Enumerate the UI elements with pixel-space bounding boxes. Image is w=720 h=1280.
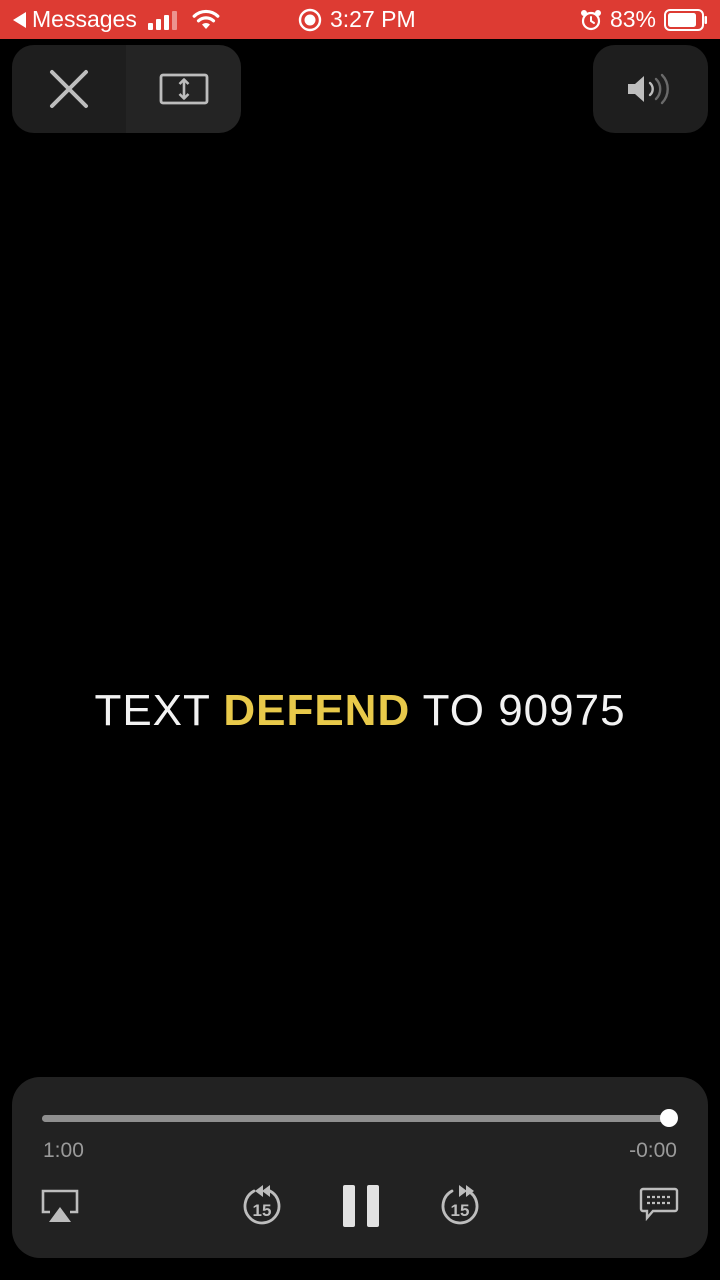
volume-button[interactable] (593, 45, 708, 133)
speaker-icon (627, 73, 669, 105)
alarm-icon (580, 9, 601, 30)
captions-button[interactable] (638, 1186, 680, 1222)
skip-back-seconds: 15 (253, 1201, 272, 1220)
playback-controls: 1:00 -0:00 15 15 (12, 1077, 708, 1258)
status-clock: 3:27 PM (298, 0, 416, 39)
video-caption: TEXT DEFEND TO 90975 (0, 686, 720, 736)
skip-forward-button[interactable]: 15 (438, 1182, 482, 1230)
screen-recording-icon (298, 8, 322, 31)
battery-percentage: 83% (609, 6, 656, 32)
status-bar: Messages 3:27 PM 83% (0, 0, 720, 39)
close-button[interactable] (12, 45, 126, 133)
skip-forward-15-icon: 15 (441, 1185, 479, 1225)
caption-keyword: DEFEND (223, 686, 411, 735)
progress-fill (42, 1115, 669, 1122)
skip-back-15-icon: 15 (243, 1185, 281, 1225)
top-left-controls (12, 45, 241, 133)
close-icon (50, 70, 88, 108)
skip-forward-seconds: 15 (451, 1201, 470, 1220)
caption-text-before: TEXT (94, 686, 224, 735)
back-to-app[interactable]: Messages (12, 0, 221, 39)
back-arrow-icon (13, 11, 26, 28)
skip-back-button[interactable]: 15 (240, 1182, 284, 1230)
elapsed-time: 1:00 (43, 1139, 84, 1162)
back-app-label: Messages (32, 6, 137, 32)
cellular-signal-icon (147, 10, 177, 30)
resize-button[interactable] (126, 45, 241, 133)
progress-scrubber[interactable] (42, 1109, 678, 1127)
progress-knob[interactable] (660, 1109, 678, 1127)
battery-icon (664, 8, 707, 31)
clock-time: 3:27 PM (330, 6, 416, 32)
airplay-button[interactable] (39, 1185, 81, 1227)
resize-icon (159, 73, 208, 105)
airplay-icon (41, 1189, 79, 1222)
status-right: 83% (580, 0, 708, 39)
caption-text-after: TO 90975 (410, 686, 626, 735)
captions-icon (639, 1187, 679, 1221)
remaining-time: -0:00 (629, 1139, 677, 1162)
video-player-screen: Messages 3:27 PM 83% TEXT DEFEND TO 9097… (0, 0, 720, 1280)
wifi-icon (192, 9, 220, 29)
pause-icon (343, 1185, 379, 1227)
pause-button[interactable] (340, 1183, 382, 1229)
